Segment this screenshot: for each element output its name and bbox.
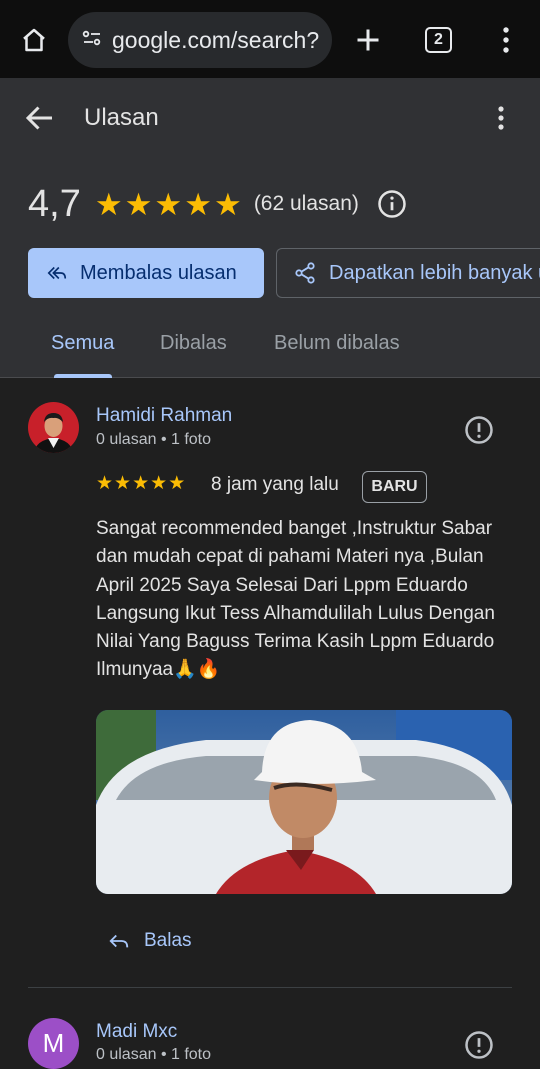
- star-icon: ★: [132, 473, 150, 494]
- review-text: Sangat recommended banget ,Instruktur Sa…: [96, 518, 495, 681]
- browser-toolbar: google.com/search? 2: [0, 0, 540, 78]
- report-icon[interactable]: [464, 415, 494, 445]
- panel-header: Ulasan: [0, 78, 540, 158]
- url-text: google.com/search?: [112, 26, 320, 53]
- review-time: 8 jam yang lalu: [211, 474, 339, 495]
- reply-icon: [109, 934, 129, 948]
- home-icon[interactable]: [14, 20, 54, 60]
- avatar[interactable]: [28, 402, 79, 453]
- page-title: Ulasan: [84, 104, 159, 131]
- reviewer-meta: 0 ulasan • 1 foto: [96, 431, 212, 448]
- rating-summary: 4,7 ★ ★ ★ ★ ★ (62 ulasan): [28, 176, 407, 232]
- reply-label: Balas: [144, 930, 192, 951]
- info-icon[interactable]: [377, 189, 407, 219]
- average-rating: 4,7: [28, 182, 81, 225]
- reviewer-name[interactable]: Hamidi Rahman: [96, 405, 232, 427]
- tab-replied[interactable]: Dibalas: [160, 332, 227, 355]
- star-icon: ★: [150, 473, 168, 494]
- avatar[interactable]: M: [28, 1018, 79, 1069]
- tab-unreplied[interactable]: Belum dibalas: [274, 332, 400, 355]
- tab-switcher-button[interactable]: 2: [425, 27, 452, 53]
- divider: [28, 987, 512, 988]
- reviewer-name[interactable]: Madi Mxc: [96, 1021, 177, 1043]
- star-icon: ★: [154, 186, 183, 222]
- site-settings-icon[interactable]: [80, 26, 104, 55]
- review-stars: ★ ★ ★ ★ ★: [96, 474, 185, 493]
- reviewer-meta: 0 ulasan • 1 foto: [96, 1046, 212, 1063]
- tab-all[interactable]: Semua: [51, 332, 114, 355]
- get-more-reviews-label: Dapatkan lebih banyak ulasan: [329, 261, 540, 284]
- star-icon: ★: [168, 473, 186, 494]
- review-count: (62 ulasan): [253, 192, 359, 215]
- review-photo[interactable]: [96, 710, 512, 894]
- share-icon: [295, 262, 315, 284]
- star-icon: ★: [184, 186, 213, 222]
- get-more-reviews-button[interactable]: Dapatkan lebih banyak ulasan: [276, 248, 540, 298]
- star-icon: ★: [94, 186, 123, 222]
- star-icon: ★: [124, 186, 153, 222]
- address-bar[interactable]: google.com/search?: [68, 12, 332, 68]
- reply-reviews-label: Membalas ulasan: [80, 261, 237, 284]
- reviews-panel: Ulasan 4,7 ★ ★ ★ ★ ★ (62 ulasan) Membala…: [0, 78, 540, 1069]
- arrow-back-icon[interactable]: [22, 100, 58, 136]
- reply-reviews-button[interactable]: Membalas ulasan: [28, 248, 264, 298]
- plus-icon[interactable]: [350, 22, 386, 58]
- more-vert-icon[interactable]: [492, 22, 520, 58]
- star-icon: ★: [114, 473, 132, 494]
- reply-all-icon: [47, 266, 67, 280]
- star-icon: ★: [96, 473, 114, 494]
- review-tabs: Semua Dibalas Belum dibalas: [0, 316, 540, 378]
- new-badge: BARU: [362, 471, 427, 503]
- rating-stars: ★ ★ ★ ★ ★: [95, 189, 242, 220]
- report-icon[interactable]: [464, 1030, 494, 1060]
- reply-button[interactable]: Balas: [108, 930, 192, 952]
- star-icon: ★: [214, 186, 242, 222]
- more-vert-icon[interactable]: [488, 100, 514, 136]
- review-list: Hamidi Rahman 0 ulasan • 1 foto ★ ★ ★ ★ …: [0, 378, 540, 1069]
